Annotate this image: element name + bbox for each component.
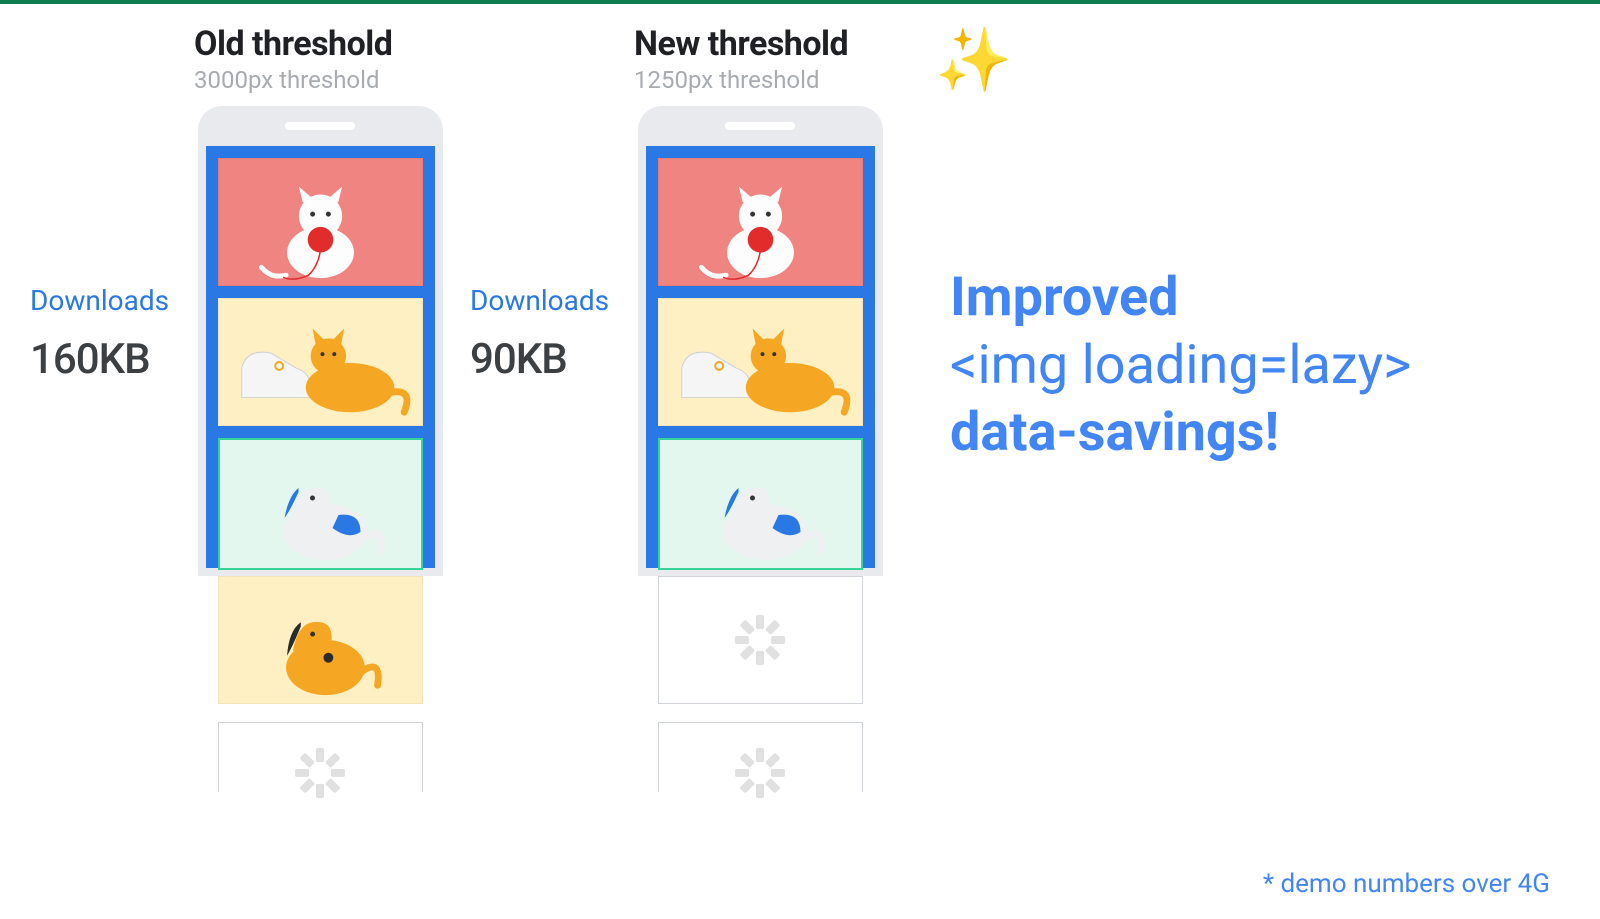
new-header: New threshold 1250px threshold — [630, 24, 890, 94]
cat-yarn-card — [658, 158, 863, 286]
dog-blue-card — [658, 438, 863, 570]
dog-yellow-card — [218, 576, 423, 704]
new-phone-screen — [646, 146, 875, 568]
dog-blue-icon — [220, 440, 421, 568]
old-column: Old threshold 3000px threshold — [190, 24, 450, 792]
headline-line2: <img loading=lazy> — [950, 332, 1411, 400]
headline-line3: data-savings! — [950, 399, 1411, 467]
old-header: Old threshold 3000px threshold — [190, 24, 450, 94]
cat-sneaker-card — [658, 298, 863, 426]
new-phone-frame — [638, 106, 883, 576]
old-phone-frame — [198, 106, 443, 576]
old-subtitle: 3000px threshold — [194, 66, 450, 94]
new-title: New threshold — [634, 24, 890, 64]
new-downloads-label: Downloads — [470, 284, 630, 317]
cat-yarn-card — [218, 158, 423, 286]
old-stats: Downloads 160KB — [30, 284, 190, 384]
old-title: Old threshold — [194, 24, 450, 64]
cat-sneaker-card — [218, 298, 423, 426]
new-subtitle: 1250px threshold — [634, 66, 890, 94]
dog-yellow-icon — [219, 577, 422, 703]
cat-yarn-icon — [659, 159, 862, 285]
diagram-root: Downloads 160KB Old threshold 3000px thr… — [0, 4, 1600, 792]
spinner-icon — [735, 748, 785, 798]
spinner-icon — [735, 615, 785, 665]
placeholder-card — [658, 576, 863, 704]
old-downloads-value: 160KB — [30, 335, 190, 384]
cat-yarn-icon — [219, 159, 422, 285]
placeholder-card — [218, 722, 423, 792]
headline-line1: Improved — [950, 264, 1411, 332]
new-below-viewport — [658, 576, 863, 792]
old-downloads-label: Downloads — [30, 284, 190, 317]
old-below-viewport — [218, 576, 423, 792]
new-downloads-value: 90KB — [470, 335, 630, 384]
cat-sneaker-icon — [659, 299, 862, 425]
dog-blue-card — [218, 438, 423, 570]
new-column: New threshold 1250px threshold — [630, 24, 890, 792]
footnote: * demo numbers over 4G — [1263, 869, 1550, 899]
dog-blue-icon — [660, 440, 861, 568]
old-phone-screen — [206, 146, 435, 568]
placeholder-card — [658, 722, 863, 792]
sparkle-icon: ✨ — [935, 24, 1012, 97]
cat-sneaker-icon — [219, 299, 422, 425]
headline: Improved <img loading=lazy> data-savings… — [950, 264, 1411, 467]
spinner-icon — [295, 748, 345, 798]
new-stats: Downloads 90KB — [470, 284, 630, 384]
